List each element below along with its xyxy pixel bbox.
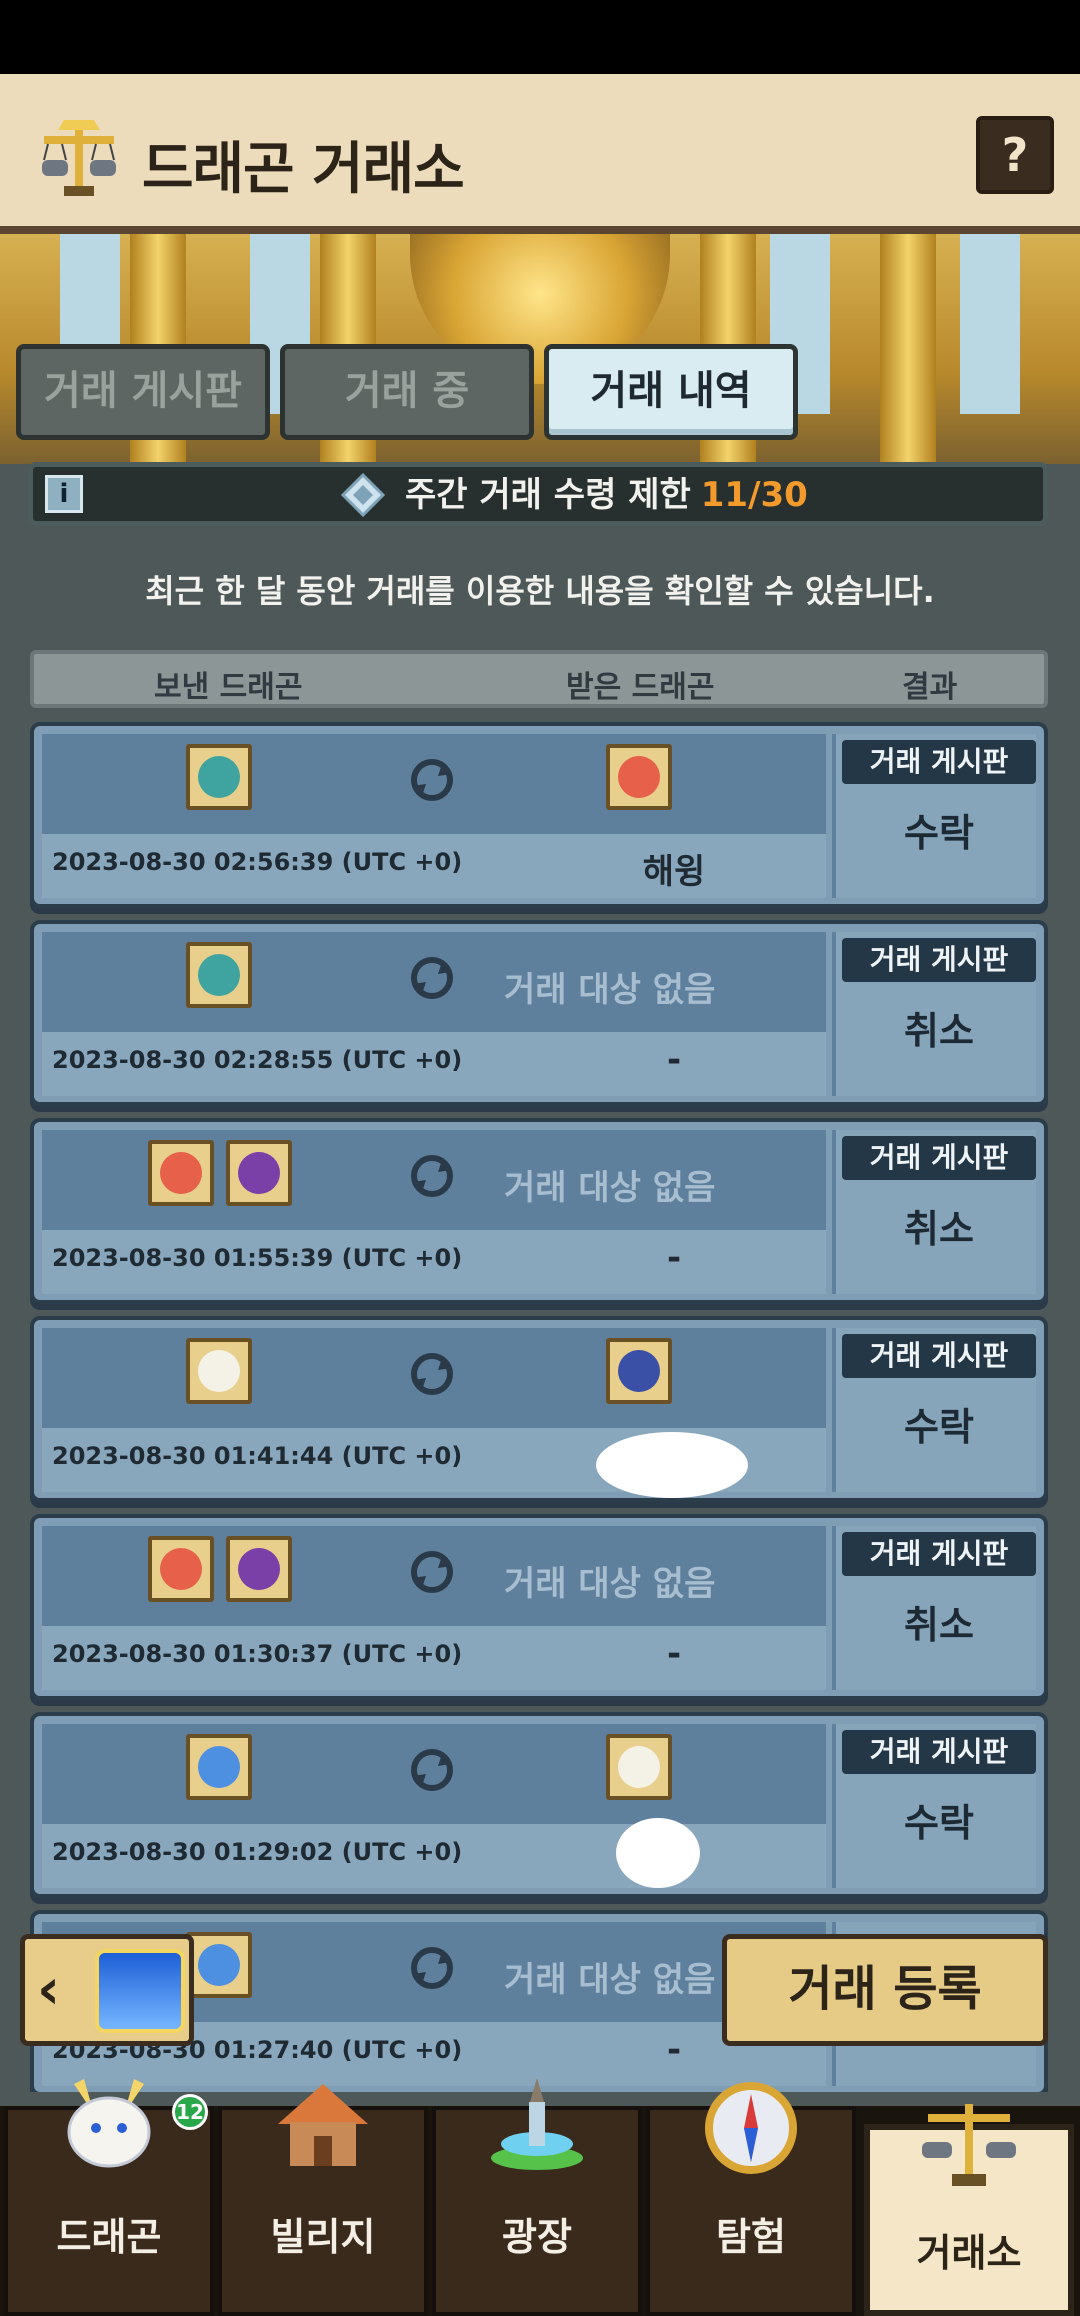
sent-dragon-avatar[interactable] [186,1338,252,1404]
scales-icon [922,2104,1016,2186]
received-dragon-avatar[interactable] [606,744,672,810]
nav-exchange[interactable]: 거래소 [864,2104,1074,2316]
history-row[interactable]: 2023-08-30 02:56:39 (UTC +0) 해윙 거래 게시판 수… [30,722,1048,908]
received-dragon-name: - [666,1040,682,1080]
received-dragon-name: - [666,2030,682,2070]
swap-icon [411,1947,453,1989]
tab-trade-history[interactable]: 거래 내역 [544,344,798,440]
page-title: 드래곤 거래소 [142,137,465,202]
scales-icon [42,120,116,196]
diamond-icon [341,473,385,517]
received-dragon-avatar[interactable] [606,1734,672,1800]
weekly-limit-text: 주간 거래 수령 제한 11/30 [405,473,808,517]
tab-trading[interactable]: 거래 중 [280,344,534,440]
no-trade-target: 거래 대상 없음 [504,1564,716,1604]
info-icon[interactable]: i [45,475,83,513]
row-result: 수락 [904,811,974,855]
nav-village[interactable]: 빌리지 [218,2084,428,2316]
received-dragon-name: - [666,1238,682,1278]
row-date: 2023-08-30 01:30:37 (UTC +0) [52,1640,463,1668]
swap-icon [411,957,453,999]
nav-label: 빌리지 [270,2215,376,2259]
dragon-icon [67,2079,151,2168]
row-board-tag: 거래 게시판 [842,740,1036,784]
notification-badge: 12 [172,2094,208,2130]
register-trade-button[interactable]: 거래 등록 [722,1934,1048,2046]
row-date: 2023-08-30 02:56:39 (UTC +0) [52,848,463,876]
col-sent: 보낸 드래곤 [154,670,303,705]
nav-label: 탐험 [716,2215,786,2259]
row-date: 2023-08-30 02:28:55 (UTC +0) [52,1046,463,1074]
col-result: 결과 [902,670,958,705]
help-button[interactable]: ? [976,116,1054,194]
history-description: 최근 한 달 동안 거래를 이용한 내용을 확인할 수 있습니다. [145,572,935,610]
swap-icon [411,1749,453,1791]
back-button[interactable]: ‹ [20,1934,194,2046]
sent-dragon-avatar[interactable] [186,744,252,810]
swap-icon [411,1551,453,1593]
row-board-tag: 거래 게시판 [842,938,1036,982]
tab-trade-board[interactable]: 거래 게시판 [16,344,270,440]
weekly-limit-label: 주간 거래 수령 제한 [405,475,691,515]
row-result: 취소 [904,1207,974,1251]
history-list[interactable]: 2023-08-30 02:56:39 (UTC +0) 해윙 거래 게시판 수… [30,722,1048,2092]
tab-bar: 거래 게시판 거래 중 거래 내역 [16,344,798,440]
village-icon [278,2084,368,2166]
sent-dragon-avatar[interactable] [148,1536,214,1602]
sent-dragon-avatar[interactable] [148,1140,214,1206]
received-dragon-name: 해윙 [642,852,706,892]
weekly-limit-bar: i 주간 거래 수령 제한 11/30 [28,462,1048,526]
header: 드래곤 거래소 ? [0,74,1080,234]
sent-dragon-avatar[interactable] [186,1734,252,1800]
chest-icon [95,1949,185,2033]
redaction-scribble [596,1432,748,1498]
history-row[interactable]: 거래 대상 없음 2023-08-30 01:30:37 (UTC +0) - … [30,1514,1048,1700]
row-date: 2023-08-30 01:29:02 (UTC +0) [52,1838,463,1866]
swap-icon [411,759,453,801]
compass-icon [705,2082,797,2174]
banner-pillar [880,234,936,464]
history-row[interactable]: 2023-08-30 01:29:02 (UTC +0) 거래 게시판 수락 [30,1712,1048,1898]
redaction-scribble [616,1818,700,1888]
no-trade-target: 거래 대상 없음 [504,970,716,1010]
received-dragon-name: - [666,1634,682,1674]
nav-plaza[interactable]: 광장 [432,2078,642,2316]
bottom-nav: 드래곤 빌리지 광장 탐험 거래소 [0,2078,1080,2316]
nav-label: 광장 [502,2215,572,2259]
col-received: 받은 드래곤 [566,670,715,705]
row-board-tag: 거래 게시판 [842,1532,1036,1576]
chevron-left-icon: ‹ [37,1957,61,2022]
row-board-tag: 거래 게시판 [842,1730,1036,1774]
row-result: 수락 [904,1801,974,1845]
no-trade-target: 거래 대상 없음 [504,1168,716,1208]
nav-explore[interactable]: 탐험 [646,2082,856,2316]
banner-sky [960,234,1020,414]
sent-dragon-avatar[interactable] [186,942,252,1008]
fountain-icon [491,2078,583,2170]
nav-label: 거래소 [916,2231,1022,2275]
sent-dragon-avatar[interactable] [226,1536,292,1602]
swap-icon [411,1353,453,1395]
history-row[interactable]: 거래 대상 없음 2023-08-30 02:28:55 (UTC +0) - … [30,920,1048,1106]
column-header: 보낸 드래곤 받은 드래곤 결과 [30,650,1048,708]
nav-dragon[interactable]: 드래곤 [4,2079,214,2316]
row-result: 수락 [904,1405,974,1449]
history-row[interactable]: 2023-08-30 01:41:44 (UTC +0) 거래 게시판 수락 [30,1316,1048,1502]
row-date: 2023-08-30 01:41:44 (UTC +0) [52,1442,463,1470]
status-bar [0,0,1080,74]
received-dragon-avatar[interactable] [606,1338,672,1404]
row-board-tag: 거래 게시판 [842,1136,1036,1180]
sent-dragon-avatar[interactable] [226,1140,292,1206]
nav-label: 드래곤 [56,2215,162,2259]
row-board-tag: 거래 게시판 [842,1334,1036,1378]
history-row[interactable]: 거래 대상 없음 2023-08-30 01:55:39 (UTC +0) - … [30,1118,1048,1304]
row-result: 취소 [904,1009,974,1053]
row-result: 취소 [904,1603,974,1647]
swap-icon [411,1155,453,1197]
weekly-limit-count: 11/30 [700,475,808,515]
sent-dragon-avatar[interactable] [186,1932,252,1998]
row-date: 2023-08-30 01:55:39 (UTC +0) [52,1244,463,1272]
